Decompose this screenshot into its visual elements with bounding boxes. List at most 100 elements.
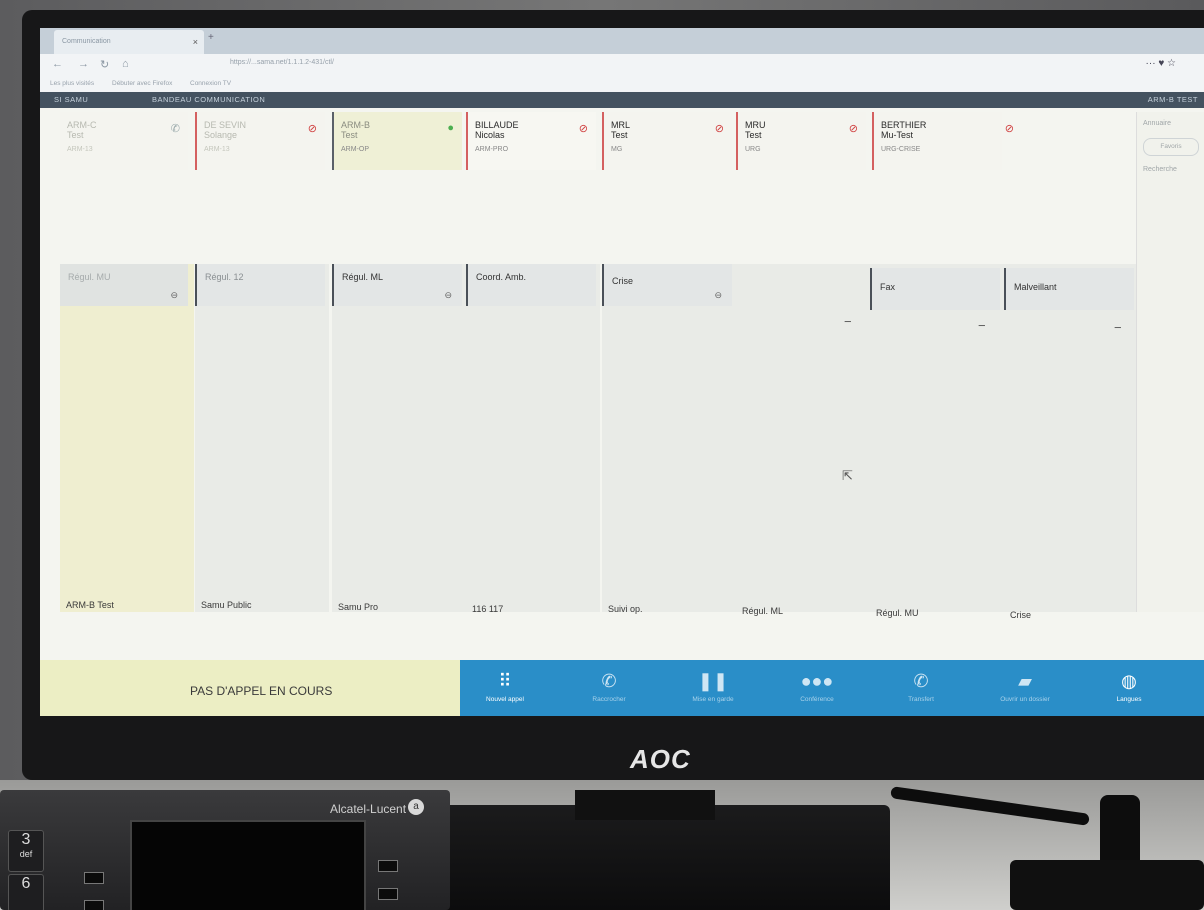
call-toolbar: ⠿ Nouvel appel ✆ Raccrocher ❚❚ Mise en g… — [460, 660, 1204, 716]
monitor-screen: Communication × + ← → ↻ ⌂ https://...sam… — [40, 28, 1204, 716]
contact-name: MRU — [745, 120, 766, 130]
contact-surname: Test — [67, 130, 84, 140]
new-call-button[interactable]: ⠿ Nouvel appel — [460, 670, 550, 703]
minimize-icon[interactable]: − — [978, 318, 986, 333]
contact-card-arm-b[interactable]: ARM-B Test ARM-OP ● — [332, 112, 462, 170]
contact-surname: Test — [611, 130, 628, 140]
transfer-button[interactable]: ✆ Transfert — [876, 670, 966, 703]
queue-header[interactable] — [736, 264, 864, 306]
queue-column: − Régul. ML — [736, 264, 870, 616]
user-name[interactable]: ARM-B TEST — [1148, 95, 1198, 104]
hold-button[interactable]: ❚❚ Mise en garde — [668, 670, 758, 703]
queue-header[interactable]: Fax — [870, 268, 1000, 310]
browser-tab-title: Communication — [62, 38, 111, 45]
toolbar-label: Transfert — [908, 696, 934, 703]
queue-column: Crise ⊖ Suivi op. — [602, 264, 736, 614]
contact-name: ARM-B — [341, 120, 370, 130]
contact-role: URG-CRISE — [881, 146, 921, 153]
open-folder-button[interactable]: ▰ Ouvrir un dossier — [980, 670, 1070, 703]
bookmark-item[interactable]: Les plus visités — [50, 80, 94, 87]
address-bar[interactable]: https://...sama.net/1.1.1.2-431/ctl/ — [230, 59, 334, 66]
queue-footer: Régul. MU — [876, 608, 919, 618]
phone-key-6[interactable]: 6 — [8, 874, 44, 910]
contact-card-berthier[interactable]: BERTHIER Mu-Test URG-CRISE ⊘ — [872, 112, 1014, 170]
contact-surname: Solange — [204, 130, 238, 140]
queue-footer: Samu Public — [201, 600, 252, 610]
directory-panel: Annuaire Favoris Recherche — [1136, 112, 1204, 612]
forward-icon[interactable]: → — [78, 58, 89, 70]
queue-header[interactable]: Régul. 12 — [195, 264, 325, 306]
favorites-toggle[interactable]: Favoris — [1143, 138, 1199, 156]
queue-label: Malveillant — [1014, 282, 1057, 292]
pause-icon: ❚❚ — [697, 671, 729, 691]
queue-header[interactable]: Coord. Amb. — [466, 264, 596, 306]
contact-surname: Nicolas — [475, 130, 505, 140]
phone-line-led — [84, 872, 104, 884]
contact-name: BERTHIER — [881, 120, 927, 130]
queue-footer: Suivi op. — [608, 604, 643, 614]
phone-brand-label: Alcatel-Lucent — [330, 802, 407, 816]
minus-circle-icon[interactable]: ⊖ — [444, 290, 452, 301]
blocked-icon: ⊘ — [848, 123, 858, 135]
queue-header[interactable]: Régul. MU ⊖ — [60, 264, 188, 306]
back-icon[interactable]: ← — [52, 58, 63, 70]
monitor-stand — [575, 790, 715, 820]
contact-surname: Mu-Test — [881, 130, 914, 140]
section-title[interactable]: BANDEAU COMMUNICATION — [152, 95, 265, 104]
hangup-button[interactable]: ✆ Raccrocher — [564, 670, 654, 703]
phone-key-number: 6 — [21, 875, 31, 892]
queue-header[interactable]: Malveillant — [1004, 268, 1134, 310]
contact-card-mrl[interactable]: MRL Test MG ⊘ — [602, 112, 732, 170]
minimize-icon[interactable]: − — [1114, 320, 1122, 335]
call-status-bar: PAS D'APPEL EN COURS — [40, 660, 460, 716]
contact-name: ARM-C — [67, 120, 97, 130]
bookmark-item[interactable]: Connexion TV — [190, 80, 231, 87]
transfer-icon: ✆ — [913, 671, 929, 691]
contact-card-mru[interactable]: MRU Test URG ⊘ — [736, 112, 866, 170]
close-tab-icon[interactable]: × — [193, 30, 198, 54]
monitor-brand-logo: AOC — [630, 744, 691, 774]
minus-circle-icon[interactable]: ⊖ — [714, 290, 722, 301]
queue-footer: ARM-B Test — [66, 600, 114, 610]
contact-surname: Test — [745, 130, 762, 140]
contact-card-billaude[interactable]: BILLAUDE Nicolas ARM-PRO ⊘ — [466, 112, 596, 170]
toolbar-label: Nouvel appel — [486, 696, 524, 703]
queue-footer: 116 117 — [472, 604, 504, 614]
contact-role: ARM-13 — [204, 146, 230, 153]
queue-footer: Régul. ML — [742, 606, 784, 616]
contact-name: DE SEVIN — [204, 120, 247, 130]
phone-icon: ✆ — [170, 123, 180, 135]
contact-card-arm-c[interactable]: ARM-C Test ARM-13 ✆ — [60, 112, 188, 170]
directory-tab[interactable]: Annuaire — [1143, 120, 1171, 127]
desk-device — [1010, 860, 1204, 910]
queue-label: Fax — [880, 282, 896, 292]
contact-role: URG — [745, 146, 761, 153]
minus-circle-icon[interactable]: ⊖ — [170, 290, 178, 301]
minimize-icon[interactable]: − — [844, 314, 852, 329]
toolbar-label: Ouvrir un dossier — [1000, 696, 1050, 703]
blocked-icon: ⊘ — [1004, 123, 1014, 135]
queue-column: Fax − Régul. MU — [870, 264, 1004, 618]
conference-button[interactable]: ●●● Conférence — [772, 670, 862, 703]
new-tab-icon[interactable]: + — [208, 32, 214, 43]
queue-column: Régul. ML ⊖ Samu Pro — [332, 264, 466, 612]
reload-icon[interactable]: ↻ — [100, 58, 109, 71]
mouse-cursor-icon: ⇱ — [842, 468, 853, 483]
bookmark-item[interactable]: Débuter avec Firefox — [112, 80, 172, 87]
phone-line-led — [378, 888, 398, 900]
home-icon[interactable]: ⌂ — [122, 58, 129, 70]
browser-menu-icons[interactable]: ··· ♥ ☆ — [1146, 58, 1176, 69]
contact-role: ARM-PRO — [475, 146, 509, 153]
queue-header[interactable]: Régul. ML ⊖ — [332, 264, 462, 306]
queue-label: Régul. ML — [342, 272, 384, 282]
queue-column: Régul. MU ⊖ ARM-B Test — [60, 264, 194, 612]
phone-key-3[interactable]: 3 def — [8, 830, 44, 872]
search-link[interactable]: Recherche — [1143, 166, 1177, 173]
queue-header[interactable]: Crise ⊖ — [602, 264, 732, 306]
app-title[interactable]: SI SAMU — [54, 95, 88, 104]
toolbar-label: Conférence — [800, 696, 834, 703]
alcatel-logo-icon: a — [408, 799, 424, 815]
contact-card-de-sevin[interactable]: DE SEVIN Solange ARM-13 ⊘ — [195, 112, 325, 170]
browser-tab[interactable]: Communication × — [54, 30, 204, 54]
languages-button[interactable]: ◍ Langues — [1084, 670, 1174, 703]
